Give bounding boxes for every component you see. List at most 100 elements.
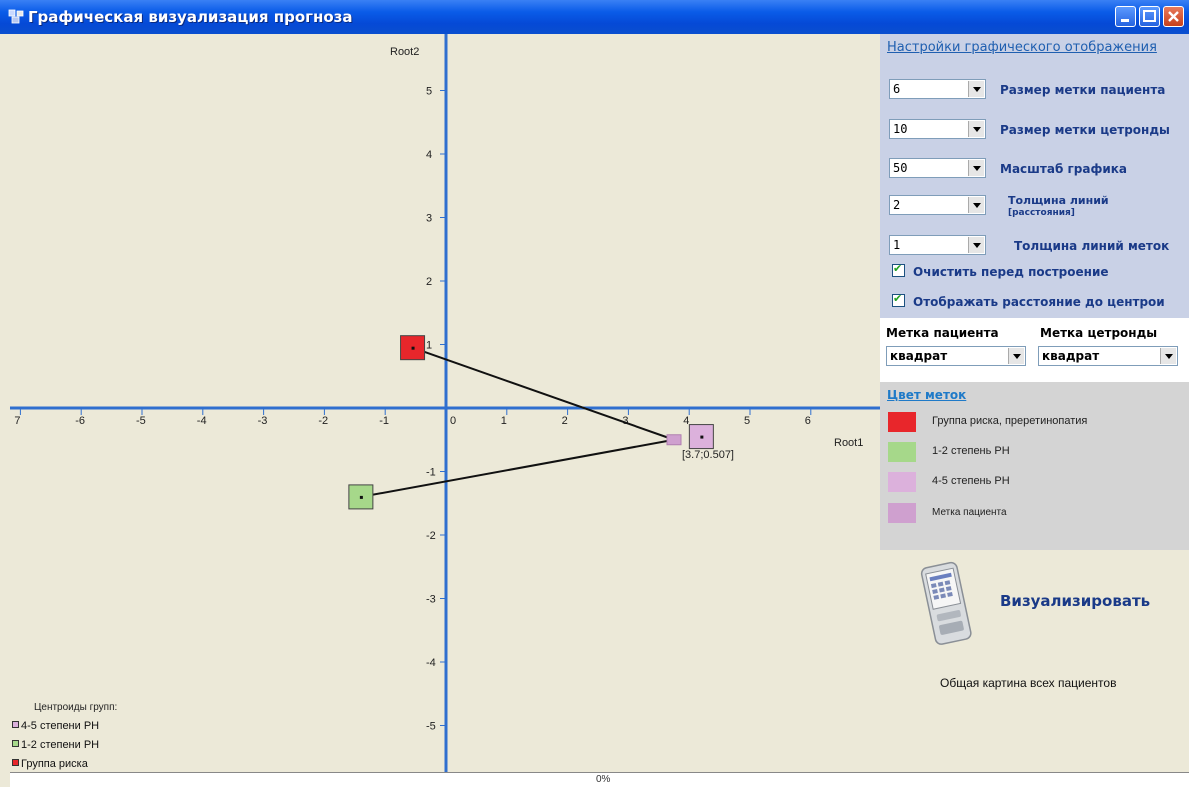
x-tick-label: 7	[14, 415, 20, 427]
legend-item: Группа риска	[12, 758, 88, 770]
select-value: квадрат	[1042, 349, 1100, 363]
centroid-mark-heading: Метка цетронды	[1040, 326, 1158, 340]
y-tick-label: -5	[426, 721, 436, 733]
legend-title: Центроиды групп:	[34, 702, 118, 713]
clear-before-plot-checkbox[interactable]: Очистить перед построение	[892, 262, 1109, 279]
title-bar[interactable]: Графическая визуализация прогноза	[0, 0, 1189, 34]
chevron-down-icon[interactable]	[968, 237, 984, 253]
line-width-label: Толщина линий [расстояния]	[1008, 195, 1109, 219]
scatter-chart: 7 -6 -5 -4 -3 -2 -1 0 1 2 3 4 5 6-5-4-3-2-112345Root1…	[10, 34, 880, 772]
x-tick-label: -2	[318, 415, 328, 427]
y-tick-label: -3	[426, 594, 436, 606]
rn-1-2-color-swatch[interactable]	[888, 442, 916, 462]
x-tick-label: 0	[450, 415, 456, 427]
centroid-center-dot	[359, 495, 363, 499]
mark-colors-section: Цвет меток Группа риска, преретинопатия …	[880, 382, 1189, 550]
scale-select[interactable]: 50	[889, 158, 986, 178]
patient-mark-heading: Метка пациента	[886, 326, 999, 340]
close-button[interactable]	[1163, 6, 1184, 27]
select-value: 2	[893, 198, 901, 212]
y-axis-label: Root2	[390, 46, 419, 58]
overall-picture-button[interactable]: Общая картина всех пациентов	[940, 676, 1116, 690]
line-width-label-text: Толщина линий	[1008, 194, 1109, 207]
x-tick-label: -4	[197, 415, 207, 427]
chevron-down-icon[interactable]	[968, 160, 984, 176]
settings-title-link[interactable]: Настройки графического отображения	[887, 40, 1157, 55]
scale-label: Масштаб графика	[1000, 162, 1128, 176]
main-window: Графическая визуализация прогноза 7 -6 -5 -…	[0, 0, 1189, 788]
rn-4-5-color-swatch[interactable]	[888, 472, 916, 492]
select-value: 10	[893, 122, 908, 136]
select-value: 50	[893, 161, 908, 175]
show-distance-checkbox[interactable]: Отображать расстояние до центрои	[892, 292, 1165, 309]
maximize-button[interactable]	[1139, 6, 1160, 27]
progress-text: 0%	[596, 774, 611, 785]
maximize-icon	[1143, 10, 1156, 22]
select-value: 1	[893, 238, 901, 252]
chevron-down-icon[interactable]	[1008, 348, 1024, 364]
chevron-down-icon[interactable]	[1160, 348, 1176, 364]
patient-marker	[666, 434, 682, 446]
minimize-icon	[1121, 19, 1129, 22]
legend-item: 4-5 степени РН	[12, 720, 99, 732]
y-tick-label: -2	[426, 530, 436, 542]
x-tick-label: 4	[683, 415, 689, 427]
select-value: 6	[893, 82, 901, 96]
line-width-select[interactable]: 2	[889, 195, 986, 215]
checkmark-icon[interactable]	[892, 292, 905, 307]
chevron-down-icon[interactable]	[968, 81, 984, 97]
patient-color-swatch[interactable]	[888, 503, 916, 523]
centroid-size-select[interactable]: 10	[889, 119, 986, 139]
mark-line-width-label: Толщина линий меток	[1014, 239, 1170, 253]
close-icon	[1168, 11, 1179, 22]
x-tick-label: 6	[805, 415, 811, 427]
centroid-shape-select[interactable]: квадрат	[1038, 346, 1178, 366]
patient-size-select[interactable]: 6	[889, 79, 986, 99]
x-tick-label: -1	[379, 415, 389, 427]
y-tick-label: -4	[426, 657, 436, 669]
minimize-button[interactable]	[1115, 6, 1136, 27]
mark-shape-section: Метка пациента Метка цетронды квадрат кв…	[880, 318, 1189, 382]
select-value: квадрат	[890, 349, 948, 363]
y-tick-label: 4	[426, 149, 432, 161]
checkmark-icon[interactable]	[892, 262, 905, 277]
patient-shape-select[interactable]: квадрат	[886, 346, 1026, 366]
x-tick-label: 5	[744, 415, 750, 427]
x-tick-label: 2	[562, 415, 568, 427]
x-tick-label: -6	[75, 415, 85, 427]
y-tick-label: -1	[426, 467, 436, 479]
mark-line-width-select[interactable]: 1	[889, 235, 986, 255]
window-border	[0, 34, 10, 787]
chart-area[interactable]: 7 -6 -5 -4 -3 -2 -1 0 1 2 3 4 5 6 -5 -4 -3 -2 -1 1 2 3 4 5 Root1…	[10, 34, 880, 772]
rn-1-2-color-label: 1-2 степень РН	[932, 445, 1010, 457]
checkbox-label: Отображать расстояние до центрои	[913, 295, 1165, 309]
legend-item: 1-2 степени РН	[12, 739, 99, 751]
mark-colors-link[interactable]: Цвет меток	[887, 388, 966, 402]
pda-device-icon[interactable]	[918, 556, 978, 648]
centroid-center-dot	[700, 435, 704, 439]
y-tick-label: 3	[426, 213, 432, 225]
centroid-center-dot	[411, 346, 415, 350]
distance-line	[360, 438, 675, 498]
risk-group-color-swatch[interactable]	[888, 412, 916, 432]
patient-size-label: Размер метки пациента	[1000, 83, 1166, 97]
app-window-icon	[8, 9, 24, 24]
visualize-button[interactable]: Визуализировать	[1000, 592, 1150, 610]
y-tick-label: 5	[426, 86, 432, 98]
y-tick-label: 1	[426, 340, 432, 352]
window-title: Графическая визуализация прогноза	[28, 8, 353, 26]
line-width-sublabel: [расстояния]	[1008, 208, 1075, 218]
centroid-size-label: Размер метки цетронды	[1000, 123, 1170, 137]
x-tick-label: 1	[501, 415, 507, 427]
x-axis-label: Root1	[834, 437, 863, 449]
x-tick-label: -3	[258, 415, 268, 427]
chevron-down-icon[interactable]	[968, 197, 984, 213]
right-panel: Настройки графического отображения 6 Раз…	[880, 34, 1189, 772]
x-tick-label: -5	[136, 415, 146, 427]
y-tick-label: 2	[426, 276, 432, 288]
progress-bar: 0%	[10, 772, 1189, 788]
checkbox-label: Очистить перед построение	[913, 265, 1109, 279]
patient-coord-label: [3.7;0.507]	[682, 449, 734, 461]
chevron-down-icon[interactable]	[968, 121, 984, 137]
patient-color-label: Метка пациента	[932, 507, 1007, 518]
